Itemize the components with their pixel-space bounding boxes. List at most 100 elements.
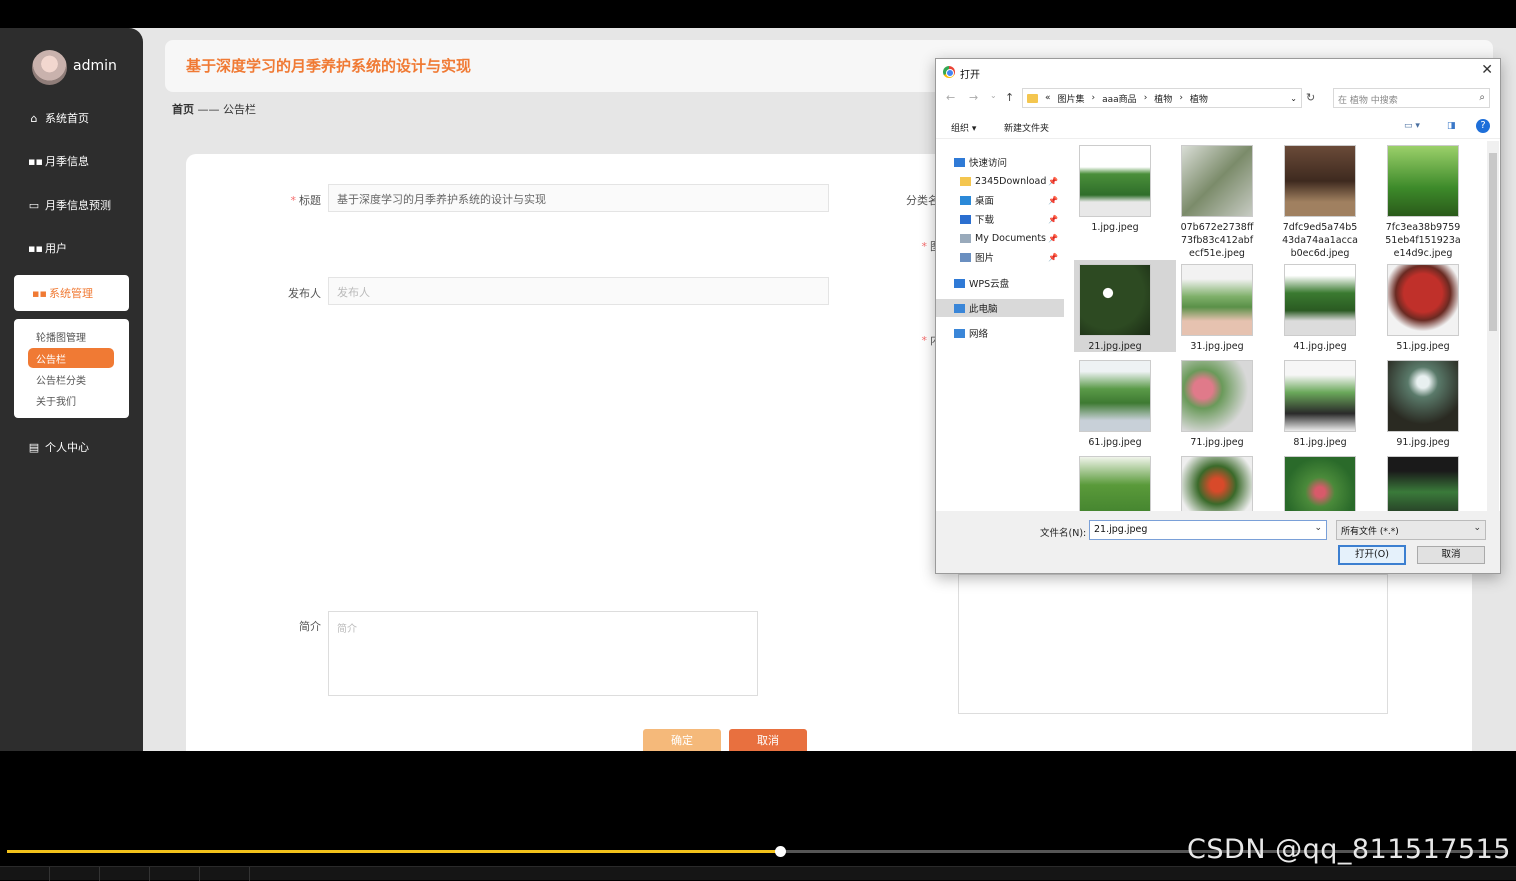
- file-thumbnail[interactable]: 7fc3ea38b9759 51eb4f151923a e14d9c.jpeg: [1382, 141, 1484, 259]
- pin-icon: 📌: [1048, 214, 1058, 224]
- nav-label: 系统首页: [45, 112, 89, 125]
- chevron-down-icon[interactable]: ⌄: [1314, 523, 1322, 533]
- forward-icon[interactable]: →: [969, 91, 978, 104]
- organize-menu[interactable]: 组织 ▾: [951, 121, 976, 134]
- nav-home[interactable]: ⌂ 系统首页: [0, 104, 143, 132]
- nav-users[interactable]: ▪▪ 用户: [0, 234, 143, 262]
- file-name: 21.jpg.jpeg: [1074, 340, 1162, 353]
- cloud-icon: [954, 278, 965, 288]
- nav-tree-item[interactable]: 2345Download 📌: [936, 172, 1064, 190]
- file-thumbnail[interactable]: 81.jpg.jpeg: [1279, 356, 1381, 448]
- nav-tree-item[interactable]: 桌面 📌: [936, 191, 1064, 209]
- submenu-notice-category[interactable]: 公告栏分类: [28, 369, 114, 389]
- file-thumbnail[interactable]: 21.jpg.jpeg: [1074, 260, 1176, 352]
- nav-tree-item[interactable]: 快速访问: [936, 153, 1064, 171]
- filename-input[interactable]: 21.jpg.jpeg ⌄: [1089, 520, 1327, 540]
- plant-image: [1387, 145, 1459, 217]
- address-bar: ← → ⌄ ↑ « 图片集 › aaa商品 › 植物 › 植物 ⌄ ↻ 在 植物…: [936, 85, 1500, 111]
- path-segment[interactable]: 图片集: [1058, 92, 1085, 105]
- title-input[interactable]: 基于深度学习的月季养护系统的设计与实现: [328, 184, 829, 212]
- nav-tree-label: 桌面: [975, 196, 995, 207]
- video-progress-knob[interactable]: [774, 846, 786, 857]
- file-thumbnail[interactable]: 51.jpg.jpeg: [1382, 260, 1484, 352]
- path-breadcrumb[interactable]: « 图片集 › aaa商品 › 植物 › 植物 ⌄: [1022, 88, 1302, 108]
- nav-tree-item[interactable]: WPS云盘: [936, 274, 1064, 292]
- search-input[interactable]: 在 植物 中搜索 ⌕: [1333, 88, 1490, 108]
- new-folder-button[interactable]: 新建文件夹: [1004, 121, 1049, 134]
- plant-image: [1181, 145, 1253, 217]
- nav-personal-center[interactable]: ▤ 个人中心: [0, 433, 143, 461]
- file-thumbnail[interactable]: 71.jpg.jpeg: [1176, 356, 1278, 448]
- nav-tree-label: 下载: [975, 215, 995, 226]
- picture-icon: [960, 252, 971, 262]
- nav-rose-forecast[interactable]: ▭ 月季信息预测: [0, 191, 143, 219]
- view-options-icon[interactable]: ▭ ▾: [1404, 121, 1420, 131]
- file-thumbnail[interactable]: 7dfc9ed5a74b5 43da74aa1acca b0ec6d.jpeg: [1279, 141, 1381, 259]
- open-button[interactable]: 打开(O): [1338, 545, 1406, 565]
- path-segment[interactable]: 植物: [1154, 92, 1172, 105]
- chevron-down-icon[interactable]: ⌄: [990, 91, 997, 100]
- watermark: CSDN @qq_811517515: [1187, 834, 1511, 865]
- content-editor[interactable]: [958, 574, 1388, 714]
- cancel-button[interactable]: 取消: [729, 729, 807, 751]
- control-slot[interactable]: [150, 867, 200, 881]
- scroll-thumb[interactable]: [1489, 153, 1497, 331]
- file-name: 81.jpg.jpeg: [1273, 436, 1367, 449]
- dialog-cancel-button[interactable]: 取消: [1417, 546, 1485, 564]
- nav-tree-item[interactable]: 下载 📌: [936, 210, 1064, 228]
- breadcrumb: 首页 —— 公告栏: [172, 101, 256, 117]
- filetype-select[interactable]: 所有文件 (*.*) ⌄: [1336, 520, 1486, 540]
- plant-image: [1284, 360, 1356, 432]
- file-thumbnail[interactable]: 31.jpg.jpeg: [1176, 260, 1278, 352]
- filename-label: 文件名(N):: [1040, 528, 1087, 539]
- nav-tree-item[interactable]: 图片 📌: [936, 248, 1064, 266]
- up-icon[interactable]: ↑: [1005, 91, 1014, 104]
- control-slot[interactable]: [100, 867, 150, 881]
- control-slot[interactable]: [200, 867, 250, 881]
- scrollbar[interactable]: [1487, 141, 1499, 511]
- file-thumbnail[interactable]: 61.jpg.jpeg: [1074, 356, 1176, 448]
- publisher-input[interactable]: 发布人: [328, 277, 829, 305]
- nav-system-management[interactable]: ▪▪ 系统管理: [14, 275, 129, 311]
- path-segment[interactable]: aaa商品: [1102, 92, 1137, 105]
- file-name-line: 61.jpg.jpeg: [1088, 437, 1142, 448]
- confirm-button[interactable]: 确定: [643, 729, 721, 751]
- submenu-notice-board[interactable]: 公告栏: [28, 348, 114, 368]
- nav-label: 个人中心: [45, 441, 89, 454]
- control-slot[interactable]: [50, 867, 100, 881]
- nav-tree-item[interactable]: 网络: [936, 324, 1064, 342]
- plant-image: [1284, 264, 1356, 336]
- nav-tree-item[interactable]: My Documents 📌: [936, 229, 1064, 247]
- avatar[interactable]: [32, 50, 67, 85]
- breadcrumb-home[interactable]: 首页: [172, 103, 194, 116]
- path-segment[interactable]: 植物: [1190, 92, 1208, 105]
- file-thumbnail[interactable]: 41.jpg.jpeg: [1279, 260, 1381, 352]
- chevron-down-icon[interactable]: ⌄: [1290, 94, 1297, 103]
- file-name: 91.jpg.jpeg: [1376, 436, 1470, 449]
- nav-rose-info[interactable]: ▪▪ 月季信息: [0, 147, 143, 175]
- control-slot[interactable]: [0, 867, 50, 881]
- file-thumbnail[interactable]: 1.jpg.jpeg: [1074, 141, 1176, 233]
- briefcase-icon: ▭: [28, 198, 40, 212]
- navigation-pane: 快速访问 2345Download 📌 桌面 📌 下载 📌 My Documents 📌 图片 📌 W…: [936, 141, 1064, 537]
- submenu-carousel[interactable]: 轮播图管理: [28, 326, 114, 346]
- submenu-about[interactable]: 关于我们: [28, 390, 114, 410]
- intro-textarea[interactable]: 简介: [328, 611, 758, 696]
- file-thumbnail[interactable]: 07b672e2738ff 73fb83c412abf ecf51e.jpeg: [1176, 141, 1278, 259]
- sidebar: admin ⌂ 系统首页 ▪▪ 月季信息 ▭ 月季信息预测 ▪▪ 用户 ▪▪ 系…: [0, 28, 143, 751]
- nav-tree-label: My Documents: [975, 232, 1047, 244]
- refresh-icon[interactable]: ↻: [1306, 91, 1315, 104]
- breadcrumb-separator: ——: [197, 103, 220, 116]
- file-thumbnail[interactable]: 91.jpg.jpeg: [1382, 356, 1484, 448]
- preview-pane-icon[interactable]: ◨: [1447, 121, 1456, 131]
- help-icon[interactable]: ?: [1476, 119, 1490, 133]
- nav-tree-item[interactable]: 此电脑: [936, 299, 1064, 317]
- nav-tree-label: 图片: [975, 253, 995, 264]
- file-name-line: b0ec6d.jpeg: [1290, 248, 1350, 259]
- close-icon[interactable]: ✕: [1481, 62, 1493, 78]
- desktop-icon: [960, 195, 971, 205]
- file-name: 61.jpg.jpeg: [1074, 436, 1162, 449]
- back-icon[interactable]: ←: [946, 91, 955, 104]
- file-name-line: 51eb4f151923a: [1385, 235, 1461, 246]
- required-mark: *: [290, 194, 297, 207]
